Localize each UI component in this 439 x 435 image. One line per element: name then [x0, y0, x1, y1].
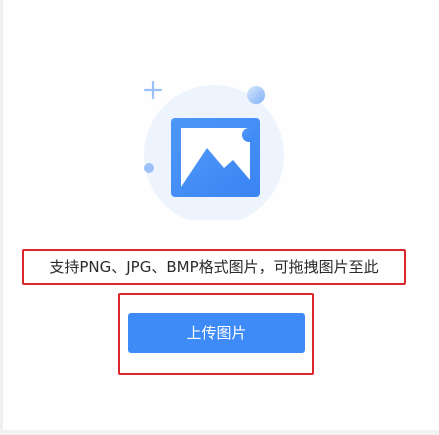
upload-image-button[interactable]: 上传图片 — [128, 313, 305, 353]
upload-hint-text: 支持PNG、JPG、BMP格式图片，可拖拽图片至此 — [49, 258, 379, 276]
image-placeholder-icon — [143, 80, 284, 220]
panel-bottom-border — [0, 430, 439, 435]
panel-left-border — [0, 0, 3, 435]
upload-hint-box: 支持PNG、JPG、BMP格式图片，可拖拽图片至此 — [22, 249, 406, 285]
upload-panel[interactable]: 支持PNG、JPG、BMP格式图片，可拖拽图片至此 上传图片 — [0, 0, 439, 435]
plus-sparkle-icon — [143, 80, 163, 100]
sparkle-dot-small — [144, 163, 154, 173]
sparkle-dot-large — [247, 86, 265, 104]
sun-dot — [242, 128, 256, 142]
